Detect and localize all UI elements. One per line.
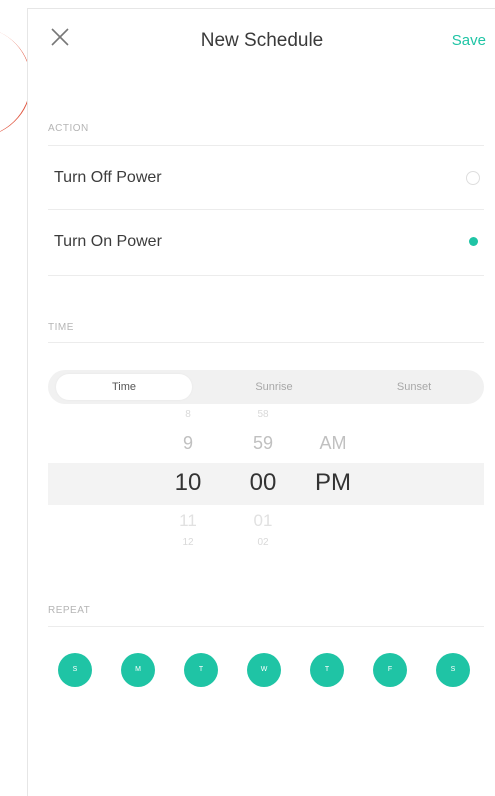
hour-selected[interactable]: 10 [168,469,208,497]
divider [48,626,484,627]
minute-selected[interactable]: 00 [238,469,288,497]
day-thursday[interactable]: T [310,653,344,687]
time-mode-tabs: Time Sunrise Sunset [48,370,484,404]
page-title: New Schedule [200,30,324,51]
day-wednesday[interactable]: W [247,653,281,687]
divider [48,342,484,343]
divider [48,209,484,210]
radio-selected-icon[interactable] [469,237,478,246]
hour-option[interactable]: 11 [168,511,208,531]
schedule-screen: New Schedule Save ACTION Turn Off Power … [27,8,495,796]
minute-option: 02 [257,537,269,548]
option-label: Turn Off Power [54,169,162,186]
section-label-time: TIME [48,322,74,333]
hour-option[interactable]: 9 [168,433,208,454]
day-friday[interactable]: F [373,653,407,687]
hour-option: 12 [182,537,194,548]
tab-sunset[interactable]: Sunset [348,374,480,400]
option-label: Turn On Power [54,233,162,250]
tab-sunrise[interactable]: Sunrise [208,374,340,400]
minute-option: 58 [257,409,269,420]
day-sunday[interactable]: S [58,653,92,687]
period-option[interactable]: AM [308,433,358,454]
minute-option[interactable]: 01 [238,511,288,531]
tab-time[interactable]: Time [56,374,192,400]
day-tuesday[interactable]: T [184,653,218,687]
option-turn-on-power[interactable]: Turn On Power [48,211,484,273]
option-turn-off-power[interactable]: Turn Off Power [48,147,484,209]
save-button[interactable]: Save [452,32,486,49]
minute-option[interactable]: 59 [238,433,288,454]
hour-option: 8 [185,409,191,420]
header: New Schedule Save [28,9,495,71]
section-label-repeat: REPEAT [48,605,91,616]
radio-unselected-icon[interactable] [466,171,480,185]
divider [48,275,484,276]
period-selected[interactable]: PM [308,469,358,497]
section-label-action: ACTION [48,123,89,134]
day-saturday[interactable]: S [436,653,470,687]
day-monday[interactable]: M [121,653,155,687]
divider [48,145,484,146]
